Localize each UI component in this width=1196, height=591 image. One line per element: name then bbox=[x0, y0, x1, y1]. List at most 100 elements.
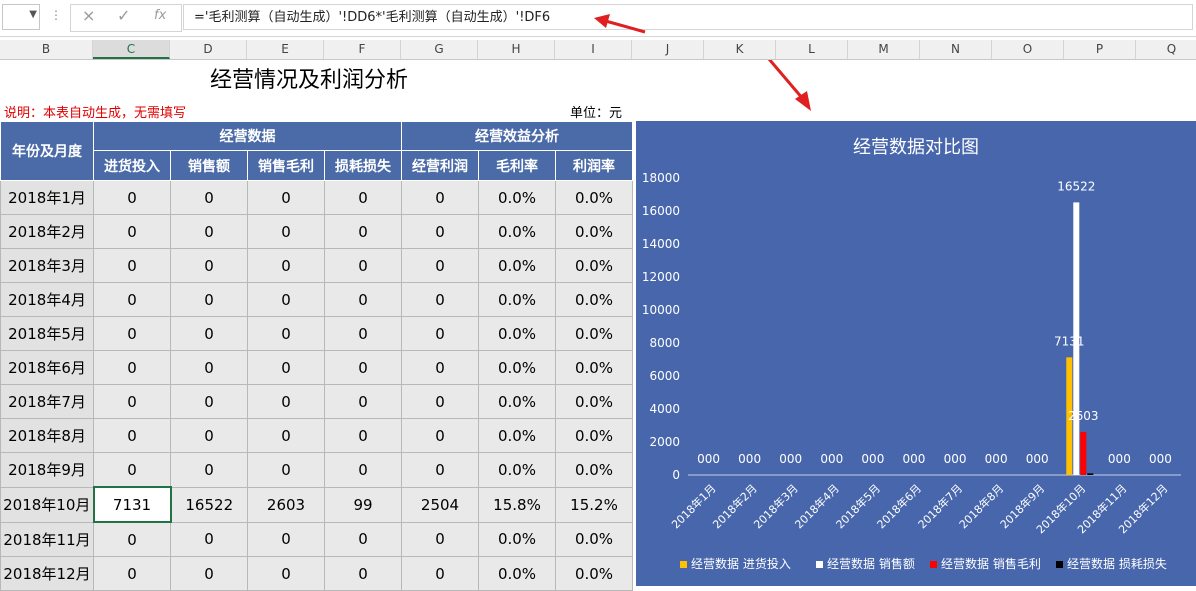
name-box[interactable]: ▼ bbox=[2, 4, 40, 30]
month-cell[interactable]: 2018年4月 bbox=[0, 282, 94, 317]
value-cell[interactable]: 0 bbox=[247, 350, 325, 385]
value-cell[interactable]: 0 bbox=[324, 452, 402, 488]
value-cell[interactable]: 7131 bbox=[92, 486, 172, 523]
value-cell[interactable]: 0 bbox=[247, 248, 325, 283]
value-cell[interactable]: 0.0% bbox=[555, 248, 633, 283]
value-cell[interactable]: 0 bbox=[401, 214, 479, 249]
value-cell[interactable]: 0.0% bbox=[478, 180, 556, 215]
month-cell[interactable]: 2018年6月 bbox=[0, 350, 94, 385]
month-cell[interactable]: 2018年5月 bbox=[0, 316, 94, 351]
value-cell[interactable]: 0 bbox=[170, 180, 248, 215]
value-cell[interactable]: 0 bbox=[93, 452, 171, 488]
value-cell[interactable]: 0 bbox=[93, 248, 171, 283]
column-header-h[interactable]: H bbox=[478, 40, 555, 59]
sub-header-5[interactable]: 毛利率 bbox=[478, 150, 556, 181]
value-cell[interactable]: 0 bbox=[247, 521, 325, 557]
bar-chart[interactable]: 经营数据对比图 0 2000 4000 6000 8000 10000 12000 14000 1… bbox=[636, 121, 1196, 586]
value-cell[interactable]: 2504 bbox=[401, 486, 479, 523]
value-cell[interactable]: 0 bbox=[324, 384, 402, 419]
insert-function-button[interactable]: fx bbox=[154, 8, 166, 23]
value-cell[interactable]: 0.0% bbox=[478, 418, 556, 453]
column-header-e[interactable]: E bbox=[247, 40, 324, 59]
value-cell[interactable]: 0.0% bbox=[555, 384, 633, 419]
value-cell[interactable]: 0 bbox=[247, 180, 325, 215]
cancel-icon[interactable]: × bbox=[82, 6, 95, 25]
column-header-o[interactable]: O bbox=[992, 40, 1064, 59]
column-header-b[interactable]: B bbox=[0, 40, 93, 59]
sub-header-6[interactable]: 利润率 bbox=[555, 150, 633, 181]
value-cell[interactable]: 0 bbox=[401, 418, 479, 453]
sub-header-0[interactable]: 进货投入 bbox=[93, 150, 171, 181]
value-cell[interactable]: 0 bbox=[170, 452, 248, 488]
month-cell[interactable]: 2018年7月 bbox=[0, 384, 94, 419]
column-header-q[interactable]: Q bbox=[1136, 40, 1196, 59]
value-cell[interactable]: 0 bbox=[401, 316, 479, 351]
month-cell[interactable]: 2018年8月 bbox=[0, 418, 94, 453]
value-cell[interactable]: 0 bbox=[170, 350, 248, 385]
header-eff-group[interactable]: 经营效益分析 bbox=[401, 121, 633, 151]
value-cell[interactable]: 0 bbox=[401, 282, 479, 317]
value-cell[interactable]: 0 bbox=[247, 282, 325, 317]
value-cell[interactable]: 0 bbox=[93, 556, 171, 591]
value-cell[interactable]: 0 bbox=[247, 316, 325, 351]
month-cell[interactable]: 2018年11月 bbox=[0, 521, 94, 557]
value-cell[interactable]: 0.0% bbox=[555, 316, 633, 351]
value-cell[interactable]: 0.0% bbox=[555, 556, 633, 591]
value-cell[interactable]: 0 bbox=[93, 180, 171, 215]
value-cell[interactable]: 2603 bbox=[247, 486, 325, 523]
chart-area[interactable]: 经营数据对比图 0 2000 4000 6000 8000 10000 12000 14000 1… bbox=[636, 121, 1196, 586]
month-cell[interactable]: 2018年10月 bbox=[0, 486, 94, 523]
value-cell[interactable]: 0 bbox=[247, 556, 325, 591]
value-cell[interactable]: 0.0% bbox=[478, 316, 556, 351]
value-cell[interactable]: 99 bbox=[324, 486, 402, 523]
value-cell[interactable]: 0 bbox=[170, 418, 248, 453]
column-header-f[interactable]: F bbox=[324, 40, 401, 59]
month-cell[interactable]: 2018年2月 bbox=[0, 214, 94, 249]
value-cell[interactable]: 0 bbox=[93, 282, 171, 317]
value-cell[interactable]: 0 bbox=[324, 521, 402, 557]
value-cell[interactable]: 0 bbox=[170, 556, 248, 591]
column-header-n[interactable]: N bbox=[920, 40, 992, 59]
value-cell[interactable]: 0 bbox=[324, 418, 402, 453]
value-cell[interactable]: 0 bbox=[170, 282, 248, 317]
value-cell[interactable]: 0 bbox=[324, 214, 402, 249]
column-header-k[interactable]: K bbox=[704, 40, 776, 59]
value-cell[interactable]: 0.0% bbox=[478, 214, 556, 249]
header-ops-group[interactable]: 经营数据 bbox=[93, 121, 402, 151]
value-cell[interactable]: 0.0% bbox=[478, 452, 556, 488]
value-cell[interactable]: 0 bbox=[324, 282, 402, 317]
value-cell[interactable]: 0.0% bbox=[555, 452, 633, 488]
value-cell[interactable]: 15.2% bbox=[555, 486, 633, 523]
value-cell[interactable]: 0 bbox=[247, 452, 325, 488]
value-cell[interactable]: 0 bbox=[93, 316, 171, 351]
value-cell[interactable]: 0 bbox=[93, 214, 171, 249]
sub-header-4[interactable]: 经营利润 bbox=[401, 150, 479, 181]
value-cell[interactable]: 0 bbox=[170, 248, 248, 283]
value-cell[interactable]: 0 bbox=[324, 556, 402, 591]
month-cell[interactable]: 2018年1月 bbox=[0, 180, 94, 215]
column-header-c[interactable]: C bbox=[93, 40, 170, 59]
column-header-i[interactable]: I bbox=[555, 40, 632, 59]
sub-header-2[interactable]: 销售毛利 bbox=[247, 150, 325, 181]
sub-header-3[interactable]: 损耗损失 bbox=[324, 150, 402, 181]
value-cell[interactable]: 0 bbox=[401, 556, 479, 591]
value-cell[interactable]: 0 bbox=[401, 521, 479, 557]
header-month[interactable]: 年份及月度 bbox=[0, 121, 94, 181]
value-cell[interactable]: 0 bbox=[401, 180, 479, 215]
value-cell[interactable]: 0 bbox=[324, 316, 402, 351]
value-cell[interactable]: 16522 bbox=[170, 486, 248, 523]
value-cell[interactable]: 0.0% bbox=[555, 282, 633, 317]
value-cell[interactable]: 0 bbox=[401, 350, 479, 385]
value-cell[interactable]: 0.0% bbox=[478, 248, 556, 283]
value-cell[interactable]: 0 bbox=[401, 384, 479, 419]
month-cell[interactable]: 2018年9月 bbox=[0, 452, 94, 488]
value-cell[interactable]: 0 bbox=[93, 521, 171, 557]
value-cell[interactable]: 0 bbox=[93, 384, 171, 419]
formula-input[interactable]: ='毛利测算（自动生成）'!DD6*'毛利测算（自动生成）'!DF6 bbox=[183, 4, 1193, 30]
value-cell[interactable]: 0 bbox=[247, 418, 325, 453]
value-cell[interactable]: 0 bbox=[170, 521, 248, 557]
sub-header-1[interactable]: 销售额 bbox=[170, 150, 248, 181]
value-cell[interactable]: 0 bbox=[93, 350, 171, 385]
value-cell[interactable]: 0 bbox=[324, 350, 402, 385]
value-cell[interactable]: 0 bbox=[170, 384, 248, 419]
